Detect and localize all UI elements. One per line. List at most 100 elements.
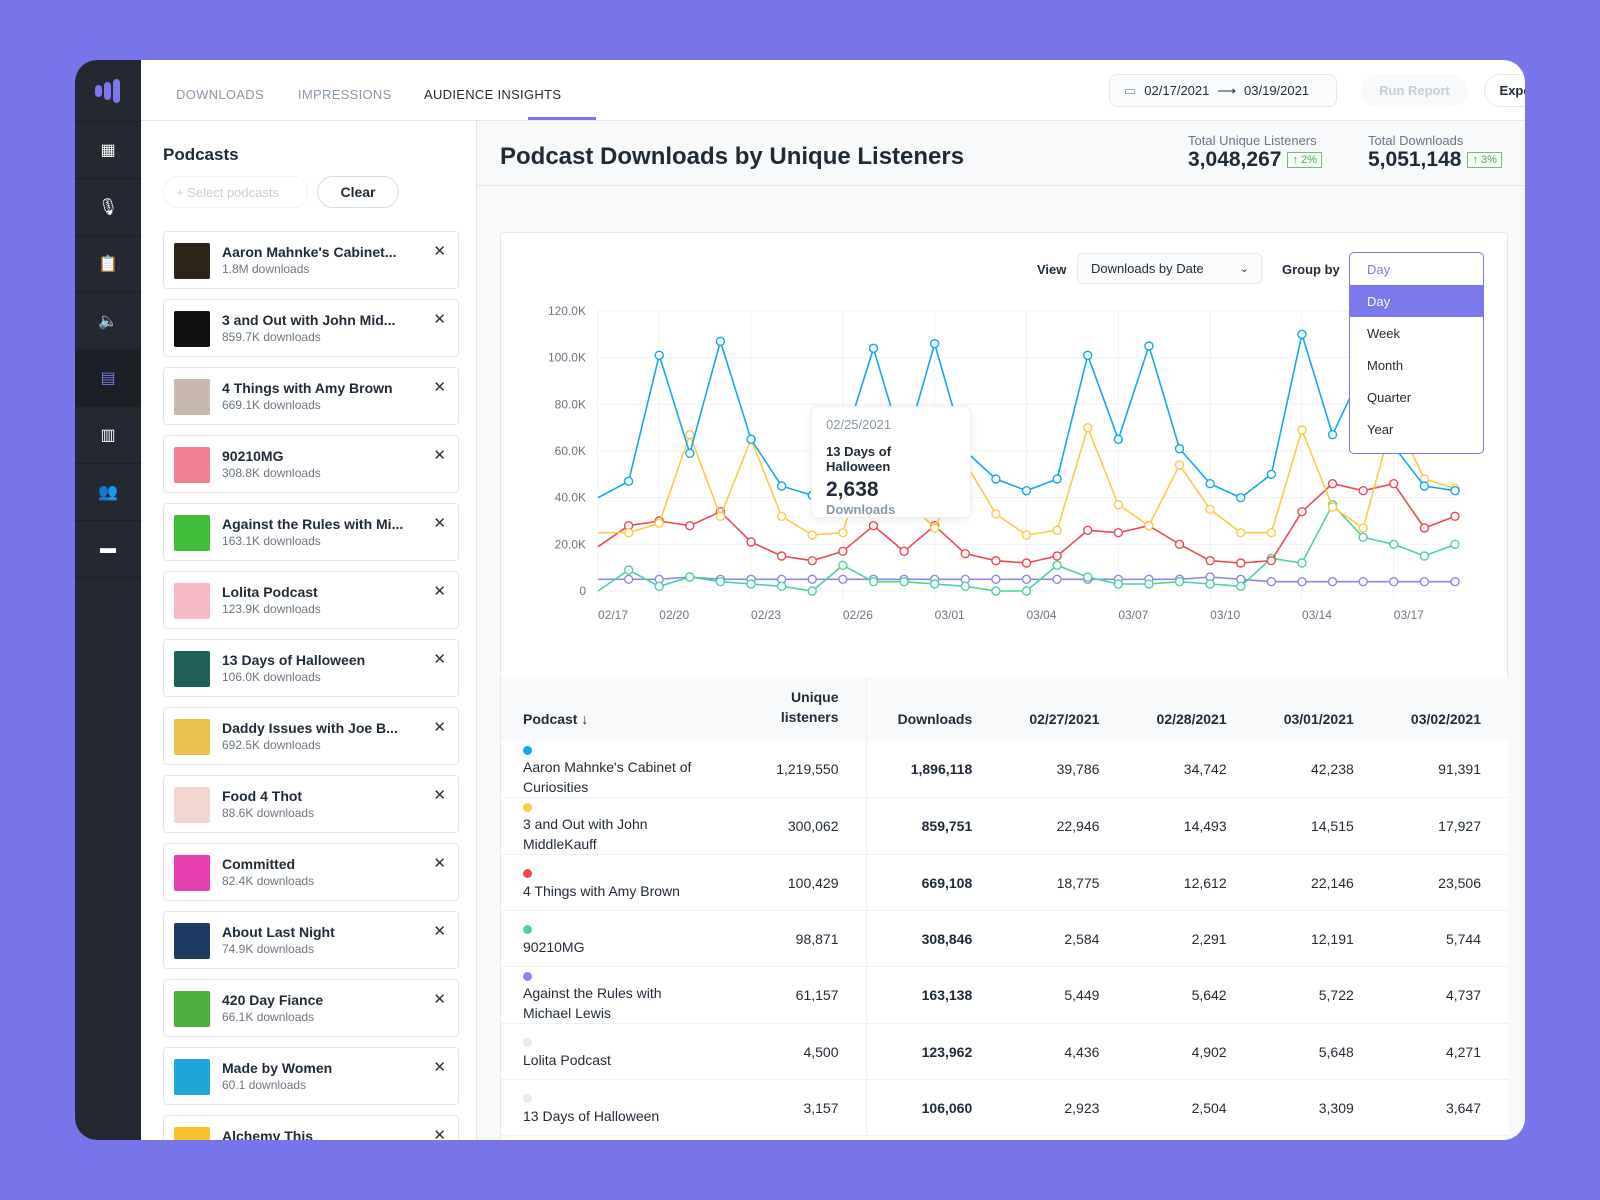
- data-point[interactable]: [807, 574, 817, 585]
- data-point[interactable]: [1419, 576, 1430, 587]
- data-point[interactable]: [623, 527, 634, 538]
- table-row[interactable]: Lolita Podcast 4,500 123,962 4,436 4,902 5,64…: [501, 1023, 1508, 1080]
- data-point[interactable]: [868, 343, 879, 354]
- data-point[interactable]: [776, 481, 787, 491]
- data-point[interactable]: [654, 518, 664, 529]
- data-point[interactable]: [1052, 551, 1062, 561]
- data-point[interactable]: [838, 560, 848, 571]
- data-point[interactable]: [1266, 555, 1277, 566]
- group-by-dropdown[interactable]: Day Day Week Month Quarter Year: [1349, 252, 1484, 454]
- data-point[interactable]: [1266, 469, 1277, 480]
- option-day[interactable]: Day: [1350, 285, 1483, 317]
- data-point[interactable]: [1236, 581, 1246, 592]
- data-point[interactable]: [685, 448, 695, 459]
- data-point[interactable]: [654, 581, 664, 592]
- data-point[interactable]: [623, 574, 634, 585]
- podcast-list-item[interactable]: About Last Night 74.9K downloads ✕: [163, 911, 459, 969]
- podcast-list-item[interactable]: Committed 82.4K downloads ✕: [163, 843, 459, 901]
- data-point[interactable]: [1266, 527, 1277, 538]
- data-point[interactable]: [776, 551, 787, 561]
- data-point[interactable]: [1419, 481, 1430, 491]
- remove-podcast-icon[interactable]: ✕: [433, 786, 446, 804]
- option-month[interactable]: Month: [1350, 349, 1483, 381]
- data-point[interactable]: [1358, 523, 1368, 533]
- data-point[interactable]: [1144, 579, 1154, 589]
- data-point[interactable]: [1021, 485, 1032, 496]
- data-point[interactable]: [715, 511, 726, 522]
- table-row[interactable]: Against the Rules with Michael Lewis 61,1…: [501, 966, 1508, 1024]
- data-point[interactable]: [868, 576, 879, 587]
- data-point[interactable]: [1083, 572, 1093, 582]
- data-point[interactable]: [1236, 527, 1246, 538]
- data-point[interactable]: [1419, 551, 1430, 561]
- data-point[interactable]: [1297, 329, 1307, 340]
- data-point[interactable]: [1327, 502, 1338, 512]
- data-point[interactable]: [1389, 539, 1399, 550]
- data-point[interactable]: [1358, 485, 1368, 496]
- data-point[interactable]: [807, 530, 817, 540]
- data-point[interactable]: [1052, 474, 1062, 484]
- data-point[interactable]: [838, 546, 848, 557]
- view-select[interactable]: Downloads by Date ⌄: [1077, 253, 1262, 284]
- data-point[interactable]: [1144, 520, 1154, 531]
- remove-podcast-icon[interactable]: ✕: [433, 854, 446, 872]
- data-point[interactable]: [1174, 443, 1185, 454]
- data-point[interactable]: [1205, 579, 1215, 589]
- data-point[interactable]: [1021, 530, 1032, 540]
- data-point[interactable]: [1450, 539, 1460, 550]
- data-point[interactable]: [1389, 576, 1399, 587]
- data-point[interactable]: [1144, 341, 1154, 351]
- data-point[interactable]: [685, 429, 695, 440]
- data-point[interactable]: [1205, 555, 1215, 566]
- group-by-current[interactable]: Day: [1350, 253, 1483, 285]
- data-point[interactable]: [1266, 576, 1277, 587]
- option-quarter[interactable]: Quarter: [1350, 381, 1483, 413]
- data-point[interactable]: [1113, 434, 1124, 445]
- data-point[interactable]: [991, 574, 1001, 585]
- data-point[interactable]: [899, 546, 909, 557]
- data-point[interactable]: [623, 565, 634, 575]
- data-point[interactable]: [1236, 492, 1246, 503]
- data-point[interactable]: [1236, 558, 1246, 568]
- data-point[interactable]: [1327, 478, 1338, 489]
- table-row[interactable]: 90210MG 98,871 308,846 2,584 2,291 12,191 5,74…: [501, 910, 1508, 967]
- data-point[interactable]: [1358, 576, 1368, 587]
- data-point[interactable]: [991, 586, 1001, 596]
- data-point[interactable]: [1205, 504, 1215, 515]
- data-point[interactable]: [1083, 350, 1093, 361]
- data-point[interactable]: [899, 576, 909, 587]
- data-point[interactable]: [1297, 506, 1307, 517]
- data-point[interactable]: [1083, 525, 1093, 536]
- column-header[interactable]: Podcast ↓: [501, 677, 746, 741]
- remove-podcast-icon[interactable]: ✕: [433, 922, 446, 940]
- table-row[interactable]: 4 Things with Amy Brown 100,429 669,108 18,…: [501, 854, 1508, 911]
- data-point[interactable]: [1450, 511, 1460, 522]
- data-point[interactable]: [991, 509, 1001, 519]
- podcast-list-item[interactable]: Alchemy This ✕: [163, 1115, 459, 1140]
- data-point[interactable]: [1450, 485, 1460, 496]
- data-point[interactable]: [1113, 499, 1124, 510]
- data-point[interactable]: [746, 537, 756, 547]
- data-point[interactable]: [1419, 523, 1430, 533]
- data-point[interactable]: [929, 338, 940, 349]
- podcast-list-item[interactable]: 420 Day Fiance 66.1K downloads ✕: [163, 979, 459, 1037]
- data-point[interactable]: [1052, 574, 1062, 585]
- data-point[interactable]: [685, 572, 695, 582]
- data-point[interactable]: [1174, 539, 1185, 550]
- data-point[interactable]: [1021, 574, 1032, 585]
- data-point[interactable]: [838, 574, 848, 585]
- data-point[interactable]: [776, 581, 787, 592]
- data-point[interactable]: [715, 336, 726, 347]
- data-point[interactable]: [1205, 478, 1215, 489]
- data-point[interactable]: [929, 579, 940, 589]
- table-row[interactable]: Aaron Mahnke's Cabinet of Curiosities 1,2…: [501, 741, 1508, 798]
- remove-podcast-icon[interactable]: ✕: [433, 990, 446, 1008]
- data-point[interactable]: [1389, 478, 1399, 489]
- data-point[interactable]: [1358, 532, 1368, 543]
- remove-podcast-icon[interactable]: ✕: [433, 1058, 446, 1076]
- data-point[interactable]: [715, 576, 726, 587]
- data-point[interactable]: [1327, 429, 1338, 440]
- option-week[interactable]: Week: [1350, 317, 1483, 349]
- data-point[interactable]: [623, 476, 634, 487]
- table-row[interactable]: 3 and Out with John MiddleKauff 300,062 85…: [501, 797, 1508, 855]
